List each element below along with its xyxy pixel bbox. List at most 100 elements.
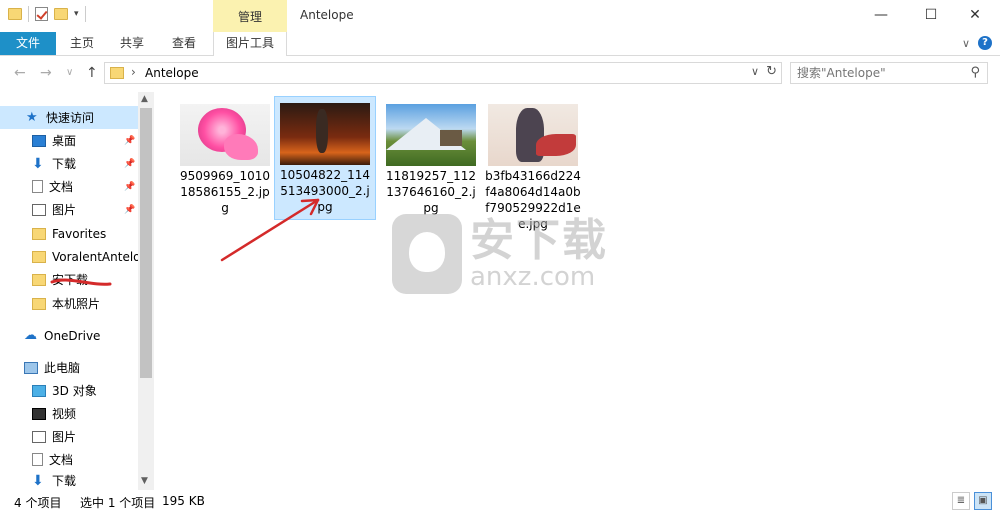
nav-label: 图片 [52, 203, 77, 217]
manage-context-tab[interactable]: 管理 [213, 0, 287, 32]
details-view-icon[interactable]: ≣ [952, 492, 970, 510]
properties-icon[interactable] [35, 7, 48, 21]
address-bar[interactable]: › Antelope ∨ ↻ [104, 62, 782, 84]
nav-item-pc-documents[interactable]: 文档 [0, 448, 138, 471]
file-name: 10504822_114513493000_2.jpg [280, 168, 370, 214]
scroll-up-icon[interactable]: ▲ [141, 94, 148, 104]
folder-icon [32, 227, 46, 240]
scroll-thumb[interactable] [140, 108, 152, 378]
download-icon: ⬇ [32, 472, 44, 489]
scroll-down-icon[interactable]: ▼ [141, 476, 148, 486]
watermark: 安下载 anxz.com [392, 214, 608, 294]
status-bar: 4 个项目 选中 1 个项目 195 KB ≣ ▣ [0, 490, 1000, 514]
customize-toolbar-icon[interactable]: ▾ [74, 9, 79, 19]
view-switcher: ≣ ▣ [952, 492, 992, 510]
address-dropdown-icon[interactable]: ∨ [751, 65, 759, 78]
pin-icon[interactable]: 📌 [124, 205, 135, 215]
ribbon-tabs: 文件 主页 共享 查看 图片工具 ∨ ? [0, 32, 1000, 56]
thumbnail-image [488, 104, 578, 166]
title-bar: ▾ 管理 Antelope — ☐ ✕ [0, 0, 1000, 32]
search-icon[interactable]: ⚲ [970, 65, 980, 80]
nav-label: Favorites [52, 226, 107, 241]
nav-label: OneDrive [44, 328, 101, 343]
nav-item-pictures[interactable]: 图片 📌 [0, 198, 138, 221]
folder-icon[interactable] [8, 8, 22, 20]
close-button[interactable]: ✕ [952, 4, 998, 28]
minimize-button[interactable]: — [858, 4, 904, 28]
window-title: Antelope [300, 8, 354, 22]
thumbnail-image [180, 104, 270, 166]
desktop-icon [32, 134, 46, 147]
nav-label: 本机照片 [52, 297, 101, 311]
pin-icon[interactable]: 📌 [124, 159, 135, 169]
tab-share[interactable]: 共享 [110, 32, 154, 55]
nav-item-pc-pictures[interactable]: 图片 [0, 425, 138, 448]
pin-icon[interactable]: 📌 [124, 182, 135, 192]
back-icon[interactable]: ← [14, 65, 26, 81]
nav-item-pc-downloads[interactable]: ⬇ 下载 [0, 471, 138, 490]
address-row: ← → ∨ ↑ › Antelope ∨ ↻ ⚲ [0, 57, 1000, 89]
folder-icon [32, 297, 46, 310]
nav-label: 3D 对象 [52, 384, 97, 398]
nav-item-voralentantelo[interactable]: VoralentAntelo [0, 245, 138, 268]
pin-icon[interactable]: 📌 [124, 136, 135, 146]
thumbnail-image [280, 103, 370, 165]
file-tile[interactable]: 9509969_101018586155_2.jpg [174, 98, 276, 220]
nav-this-pc[interactable]: 此电脑 [0, 356, 138, 379]
3d-objects-icon [32, 384, 46, 397]
breadcrumb-antelope[interactable]: Antelope [145, 66, 199, 80]
recent-locations-icon[interactable]: ∨ [66, 67, 73, 78]
watermark-title: 安下载 [470, 215, 608, 266]
folder-icon [32, 250, 46, 263]
large-icons-view-icon[interactable]: ▣ [974, 492, 992, 510]
shield-logo-icon [392, 214, 462, 294]
separator [28, 6, 29, 22]
nav-item-downloads[interactable]: ⬇ 下载 📌 [0, 152, 138, 175]
star-icon: ★ [26, 109, 38, 125]
breadcrumb-chevron-icon[interactable]: › [131, 65, 136, 79]
item-count: 4 个项目 [14, 496, 62, 510]
ribbon-controls: ∨ ? [962, 36, 992, 50]
nav-scrollbar[interactable]: ▲ ▼ [138, 92, 154, 490]
nav-item-anxiazai[interactable]: 安下载 [0, 268, 138, 291]
nav-label: 图片 [52, 430, 77, 444]
nav-item-3d-objects[interactable]: 3D 对象 [0, 379, 138, 402]
separator [84, 6, 86, 22]
nav-item-favorites[interactable]: Favorites [0, 222, 138, 245]
nav-quick-access[interactable]: ★ 快速访问 [0, 106, 138, 129]
watermark-url: anxz.com [470, 262, 596, 292]
search-box[interactable]: ⚲ [790, 62, 988, 84]
nav-item-local-photos[interactable]: 本机照片 [0, 292, 138, 315]
selected-size: 195 KB [162, 494, 205, 508]
folder-icon [110, 67, 124, 79]
nav-item-desktop[interactable]: 桌面 📌 [0, 129, 138, 152]
tab-file[interactable]: 文件 [0, 32, 56, 55]
new-folder-icon[interactable] [54, 8, 68, 20]
file-tile[interactable]: 11819257_112137646160_2.jpg [380, 98, 482, 220]
nav-label: 快速访问 [46, 111, 95, 125]
maximize-button[interactable]: ☐ [908, 4, 954, 28]
nav-label: 文档 [49, 453, 74, 467]
file-name: 11819257_112137646160_2.jpg [386, 169, 476, 215]
picture-icon [32, 203, 46, 216]
expand-ribbon-icon[interactable]: ∨ [962, 37, 970, 50]
refresh-icon[interactable]: ↻ [766, 64, 777, 79]
search-input[interactable] [797, 66, 957, 80]
help-icon[interactable]: ? [978, 36, 992, 50]
nav-label: VoralentAntelo [52, 249, 138, 264]
folder-icon [32, 273, 46, 286]
forward-icon[interactable]: → [40, 65, 52, 81]
nav-item-documents[interactable]: 文档 📌 [0, 175, 138, 198]
nav-label: 下载 [52, 157, 77, 171]
quick-access-toolbar: ▾ [8, 6, 86, 22]
tab-view[interactable]: 查看 [162, 32, 206, 55]
nav-label: 文档 [49, 180, 74, 194]
tab-picture-tools[interactable]: 图片工具 [213, 32, 287, 56]
computer-icon [24, 361, 38, 374]
nav-item-videos[interactable]: 视频 [0, 402, 138, 425]
navigation-pane: ★ 快速访问 桌面 📌 ⬇ 下载 📌 文档 📌 图片 📌 Favorites V… [0, 90, 154, 490]
up-icon[interactable]: ↑ [86, 65, 98, 81]
nav-onedrive[interactable]: ☁ OneDrive [0, 324, 138, 347]
file-tile-selected[interactable]: 10504822_114513493000_2.jpg [274, 96, 376, 220]
tab-home[interactable]: 主页 [60, 32, 104, 55]
